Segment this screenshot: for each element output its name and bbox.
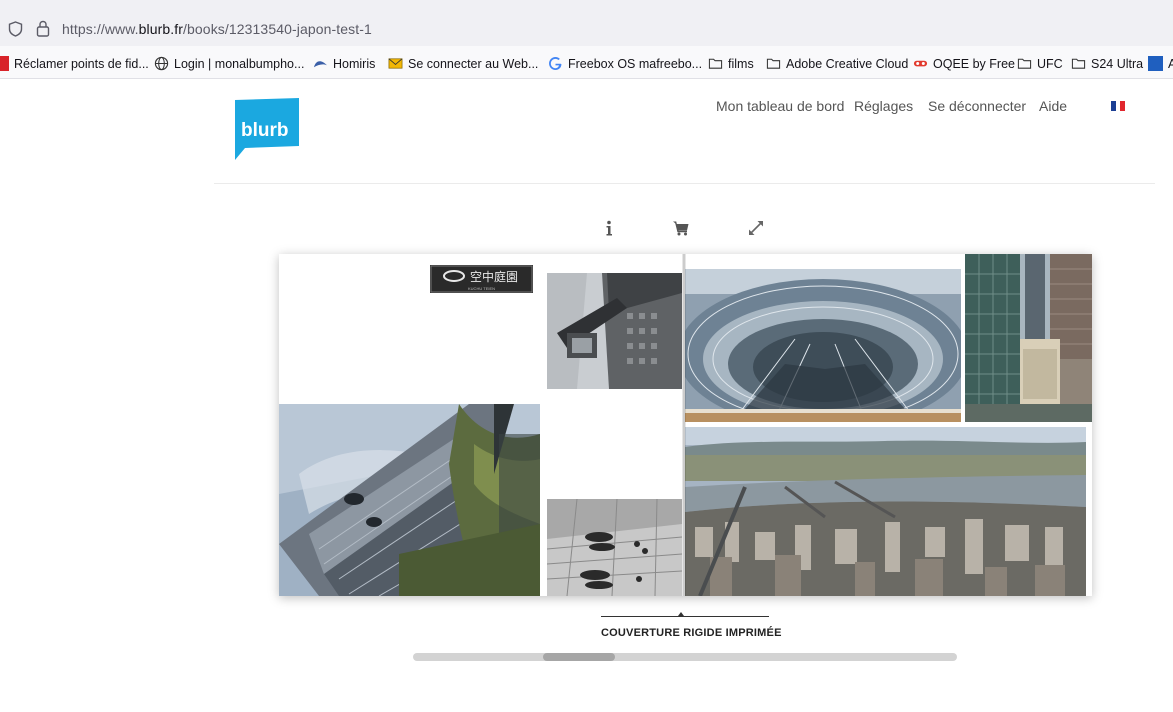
book-page-right bbox=[684, 254, 1092, 596]
bookmark-label: Homiris bbox=[333, 56, 376, 71]
browser-top-strip bbox=[0, 0, 1173, 10]
nav-settings-link[interactable]: Réglages bbox=[854, 98, 913, 114]
bookmark-item[interactable]: Se connecter au Web... bbox=[388, 55, 538, 72]
cover-type-label[interactable]: COUVERTURE RIGIDE IMPRIMÉE bbox=[601, 627, 782, 639]
bookmark-label: Se connecter au Web... bbox=[408, 56, 539, 71]
blurb-logo[interactable]: blurb bbox=[235, 98, 299, 160]
logo-text: blurb bbox=[241, 120, 289, 141]
folder-icon bbox=[1017, 58, 1032, 69]
bookmarks-toolbar: Réclamer points de fid... Login | monalb… bbox=[0, 46, 1173, 79]
photo-skyscrapers bbox=[965, 254, 1092, 422]
bookmark-item[interactable]: A bbox=[1148, 55, 1173, 72]
bookmark-label: UFC bbox=[1037, 56, 1063, 71]
bookmark-item[interactable]: Réclamer points de fid... bbox=[0, 55, 149, 72]
photo-city-panorama bbox=[685, 427, 1086, 596]
bookmark-label: Adobe Creative Cloud bbox=[786, 56, 909, 71]
lock-icon[interactable] bbox=[36, 20, 50, 37]
book-spine bbox=[682, 254, 686, 596]
page-scrollbar-track[interactable] bbox=[413, 653, 957, 661]
nav-dashboard-link[interactable]: Mon tableau de bord bbox=[716, 98, 844, 114]
mail-icon bbox=[388, 58, 403, 69]
bookmark-item[interactable]: Adobe Creative Cloud bbox=[766, 55, 908, 72]
bookmark-item[interactable]: Login | monalbumpho... bbox=[154, 55, 304, 72]
url-prefix: https://www. bbox=[62, 21, 139, 37]
folder-icon bbox=[708, 58, 723, 69]
photo-people bbox=[547, 499, 682, 596]
bookmark-favicon-blue bbox=[1148, 56, 1163, 71]
bookmark-item[interactable]: UFC bbox=[1017, 55, 1063, 72]
nav-help-link[interactable]: Aide bbox=[1039, 98, 1067, 114]
oqee-icon bbox=[913, 60, 928, 67]
bookmark-label: Freebox OS mafreebo... bbox=[568, 56, 703, 71]
cart-icon[interactable] bbox=[672, 219, 690, 237]
url-path: /books/12313540-japon-test-1 bbox=[183, 21, 372, 37]
bookmark-favicon-red bbox=[0, 56, 9, 71]
bookmark-label: A bbox=[1168, 56, 1173, 71]
bookmark-item[interactable]: OQEE by Free bbox=[913, 55, 1015, 72]
bookmark-item[interactable]: S24 Ultra bbox=[1071, 55, 1143, 72]
address-bar[interactable]: https://www.blurb.fr/books/12313540-japo… bbox=[0, 10, 1173, 46]
sign-subtext: KUCHU TEIEN bbox=[468, 286, 495, 291]
url-domain: blurb.fr bbox=[138, 21, 184, 37]
globe-icon bbox=[154, 56, 169, 71]
shield-icon[interactable] bbox=[8, 21, 23, 37]
bookmark-label: Login | monalbumpho... bbox=[174, 56, 305, 71]
nav-logout-link[interactable]: Se déconnecter bbox=[928, 98, 1026, 114]
info-icon[interactable] bbox=[600, 219, 618, 237]
book-page-left: 空中庭園 KUCHU TEIEN bbox=[279, 254, 684, 596]
bookmark-label: Réclamer points de fid... bbox=[14, 56, 149, 71]
google-icon bbox=[549, 57, 562, 70]
folder-icon bbox=[766, 58, 781, 69]
homiris-icon bbox=[313, 61, 328, 68]
page-scrollbar-thumb[interactable] bbox=[543, 653, 615, 661]
book-preview[interactable]: 空中庭園 KUCHU TEIEN bbox=[279, 254, 1092, 596]
bookmark-label: OQEE by Free bbox=[933, 56, 1015, 71]
photo-umeda-building bbox=[279, 404, 540, 596]
bookmark-label: S24 Ultra bbox=[1091, 56, 1144, 71]
header-divider bbox=[214, 183, 1155, 184]
expand-icon[interactable] bbox=[747, 219, 765, 237]
photo-sign: 空中庭園 KUCHU TEIEN bbox=[430, 265, 533, 293]
photo-tower-top bbox=[547, 273, 682, 389]
folder-icon bbox=[1071, 58, 1086, 69]
url-text[interactable]: https://www.blurb.fr/books/12313540-japo… bbox=[62, 21, 372, 37]
photo-floating-garden bbox=[685, 269, 961, 422]
fr-flag-icon[interactable] bbox=[1111, 101, 1126, 111]
bookmark-label: films bbox=[728, 56, 754, 71]
sign-text: 空中庭園 bbox=[470, 269, 518, 284]
bookmark-item[interactable]: Freebox OS mafreebo... bbox=[548, 55, 702, 72]
cover-indicator-line bbox=[601, 616, 769, 617]
bookmark-item[interactable]: Homiris bbox=[313, 55, 375, 72]
bookmark-item[interactable]: films bbox=[708, 55, 754, 72]
